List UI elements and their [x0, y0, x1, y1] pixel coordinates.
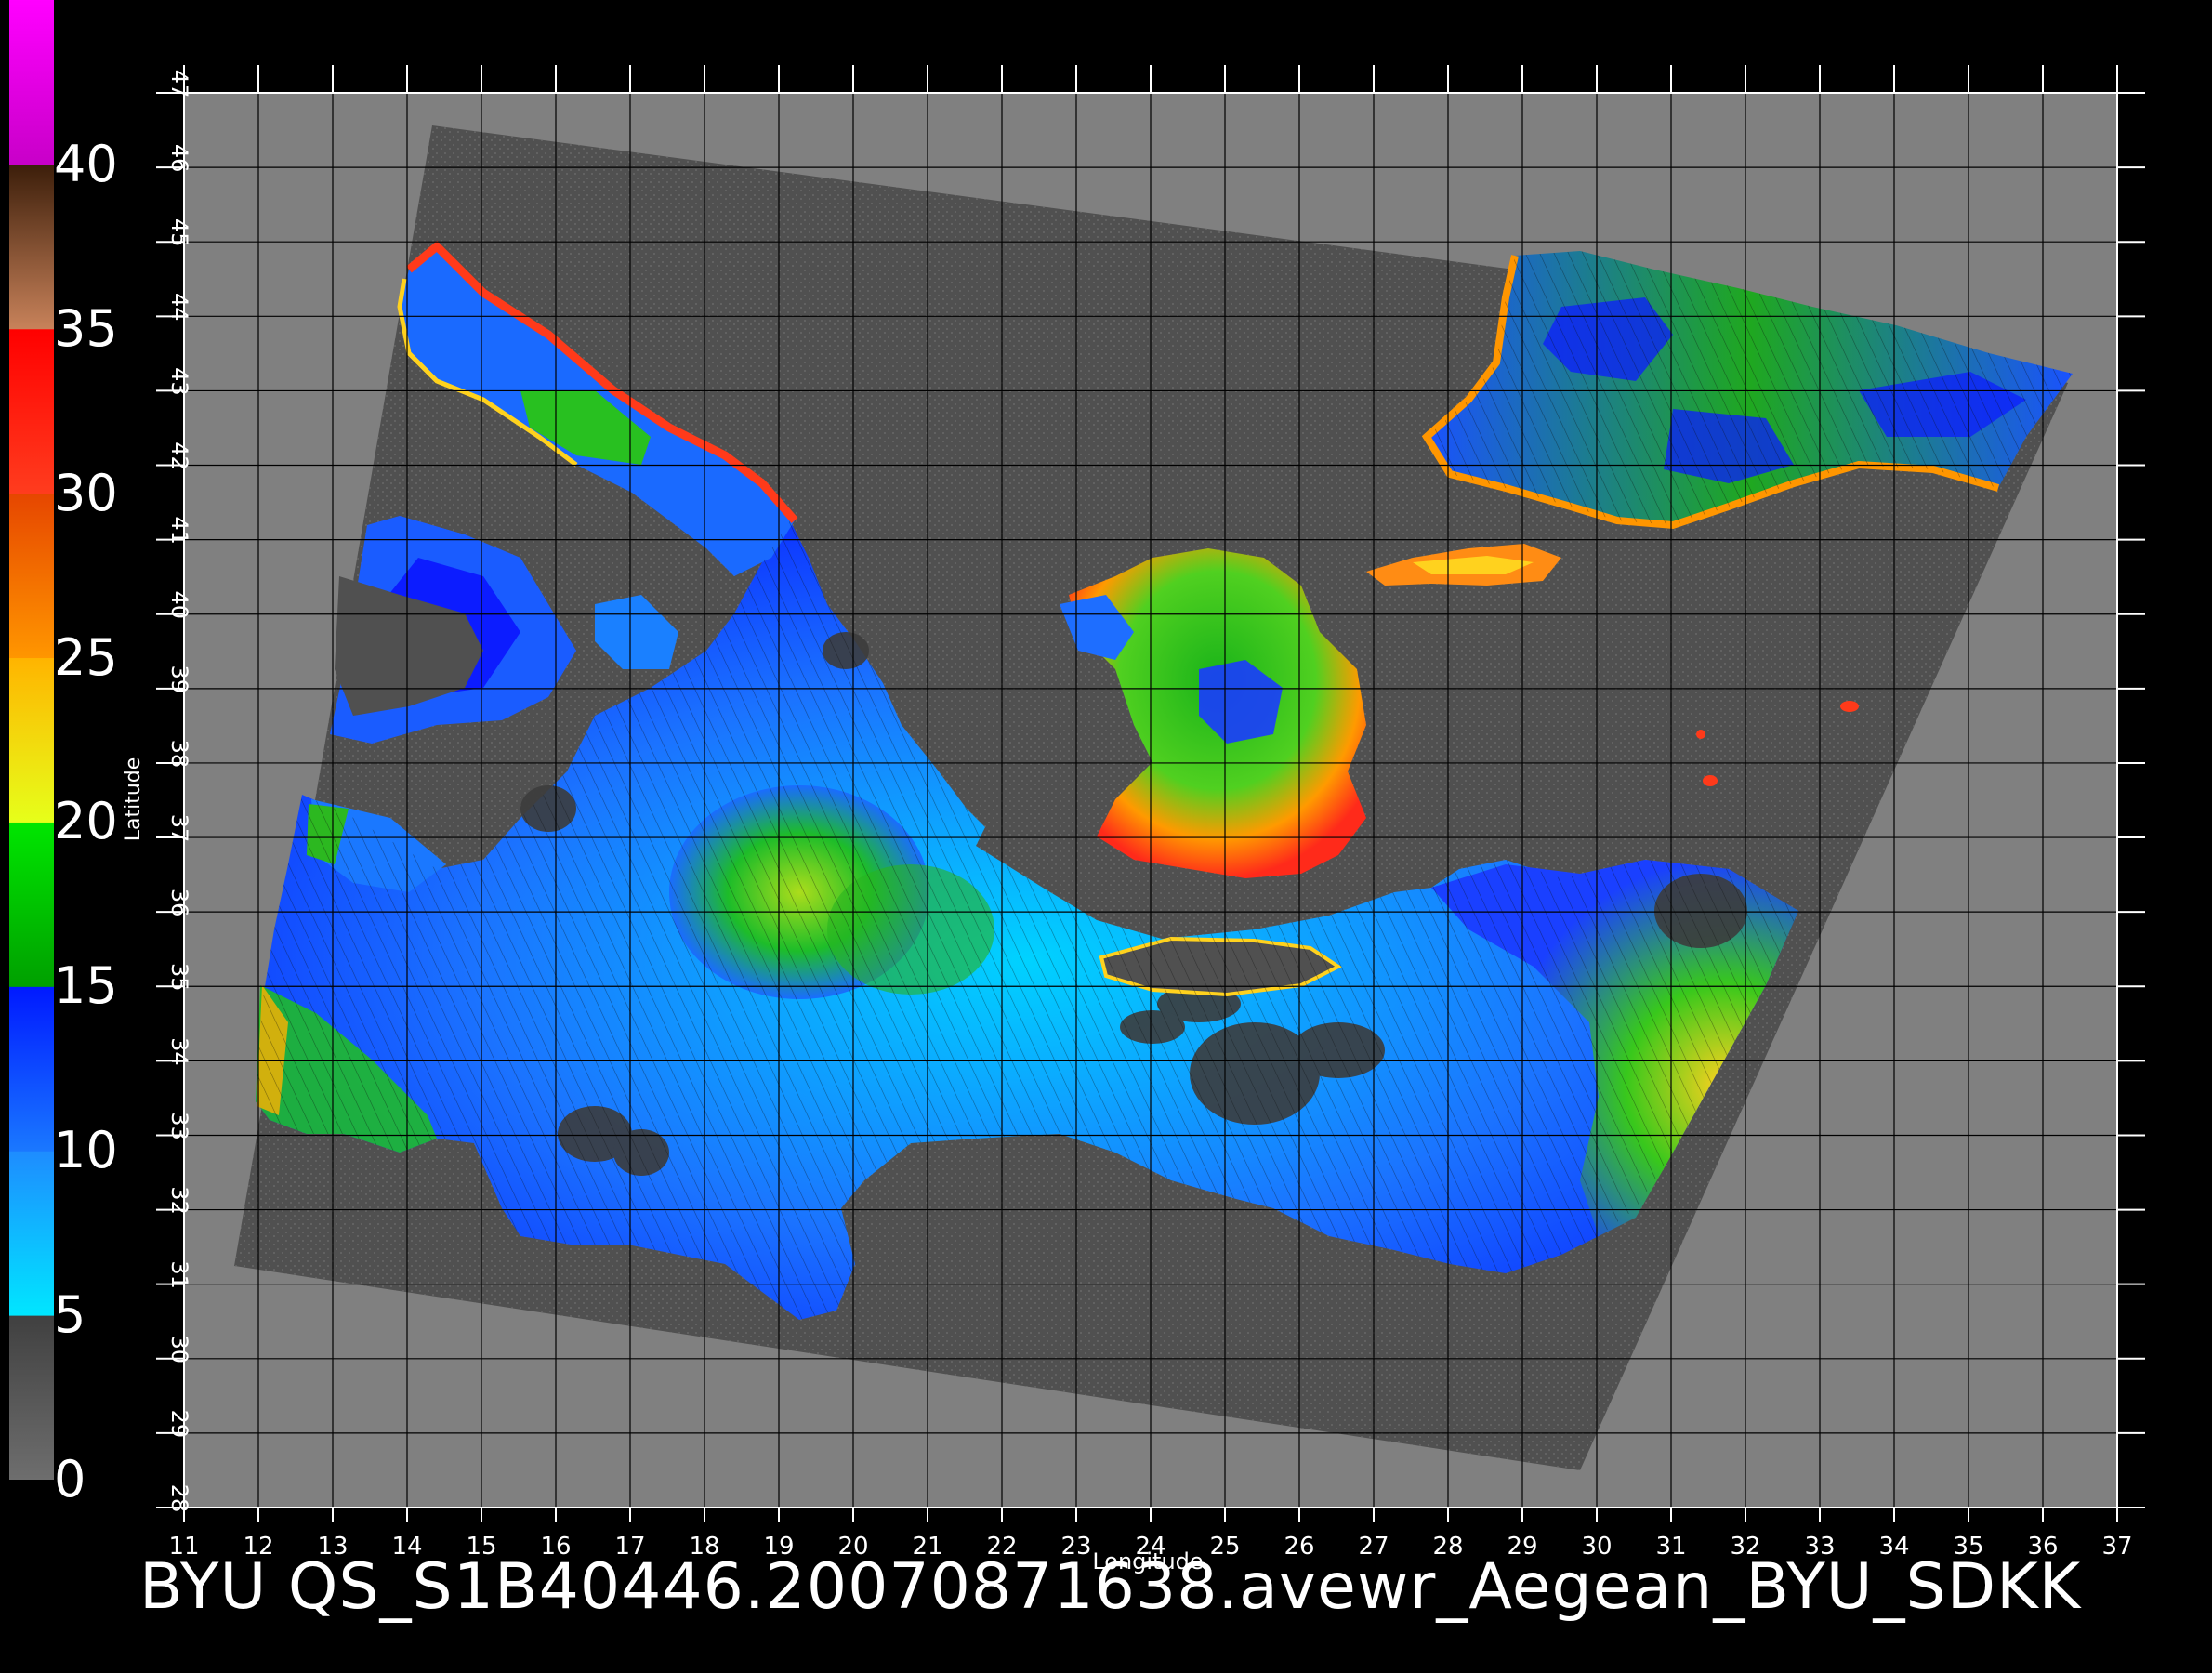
- lat-tick-label: 41: [166, 516, 192, 545]
- lat-tick-label: 39: [166, 665, 192, 694]
- lat-tick-label: 31: [166, 1260, 192, 1289]
- lon-tick-label: 37: [2101, 1533, 2132, 1561]
- lat-tick-label: 28: [166, 1484, 192, 1513]
- y-axis-label: Latitude: [122, 757, 145, 842]
- lat-tick-label: 34: [166, 1037, 192, 1066]
- lat-tick-label: 37: [166, 814, 192, 843]
- lat-tick-label: 40: [166, 590, 192, 619]
- lat-tick-label: 47: [166, 70, 192, 99]
- lat-tick-label: 38: [166, 740, 192, 769]
- wind-speed-map: 11 12 13 14 15 16 17 18 19 20 21 22 23 24 25 26 27 28 29 30…: [122, 65, 2145, 1574]
- lat-tick-label: 44: [166, 293, 192, 322]
- lat-tick-label: 33: [166, 1112, 192, 1140]
- lat-tick-label: 32: [166, 1186, 192, 1215]
- lat-tick-label: 42: [166, 441, 192, 470]
- plot-title: BYU QS_S1B40446.20070871638.avewr_Aegean…: [139, 1550, 2082, 1624]
- lat-tick-label: 36: [166, 889, 192, 917]
- lat-tick-label: 30: [166, 1336, 192, 1364]
- lat-tick-label: 45: [166, 218, 192, 247]
- lat-tick-label: 43: [166, 367, 192, 396]
- lat-tick-label: 29: [166, 1410, 192, 1439]
- lat-tick-label: 46: [166, 144, 192, 173]
- lat-tick-label: 35: [166, 963, 192, 992]
